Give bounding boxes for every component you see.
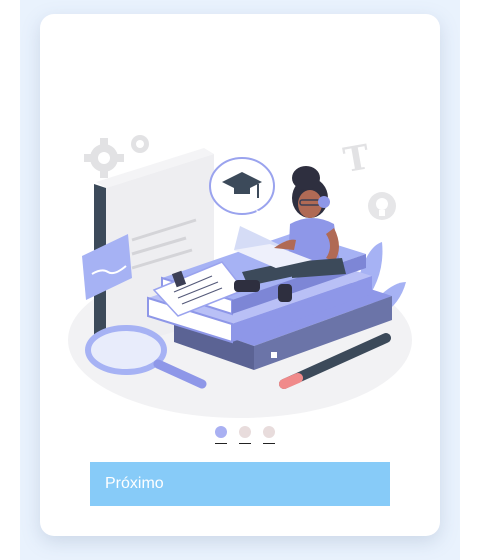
letter-t-icon: T (341, 137, 373, 181)
pagination-dot-1[interactable] (215, 426, 227, 444)
student-studying-illustration: T (68, 135, 412, 418)
lightbulb-icon (368, 192, 396, 220)
pagination-dot-2[interactable] (239, 426, 251, 444)
graduation-cap-bubble (209, 157, 275, 220)
next-button[interactable]: Próximo (90, 462, 390, 506)
pagination-dot-3[interactable] (263, 426, 275, 444)
pagination-dots (0, 426, 490, 444)
